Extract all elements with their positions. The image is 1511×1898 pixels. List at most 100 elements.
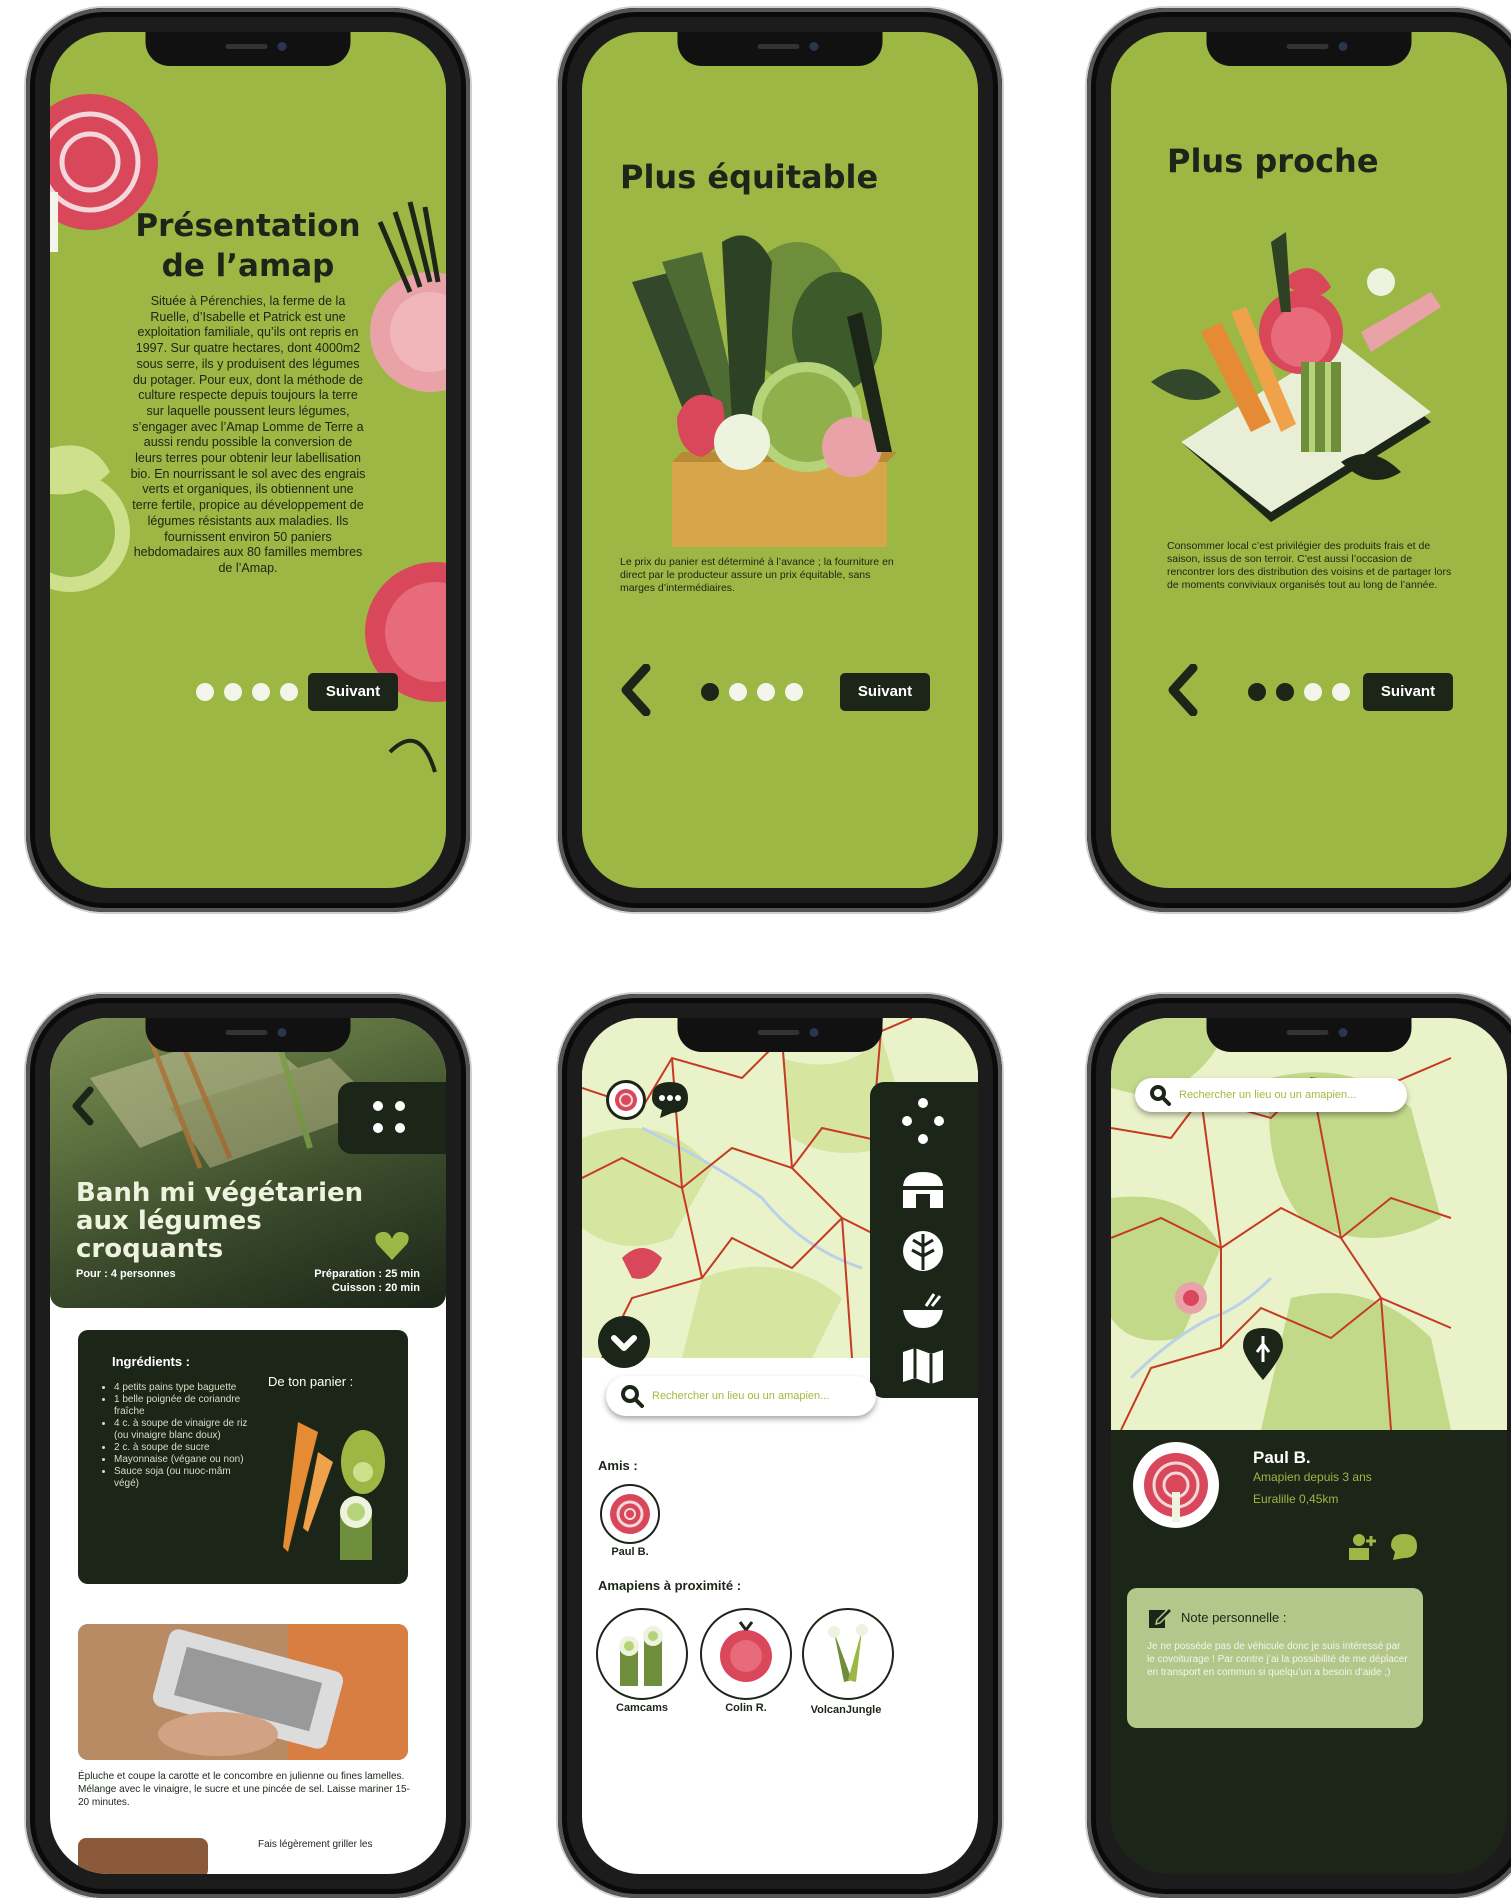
chat-icon[interactable] xyxy=(650,1080,690,1118)
page-dot[interactable] xyxy=(701,683,719,701)
collapse-button[interactable] xyxy=(598,1316,650,1368)
page-title-line2: de l’amap xyxy=(161,248,335,284)
location-pin-icon[interactable] xyxy=(1241,1326,1285,1382)
tomato-icon xyxy=(720,1621,772,1682)
page-title: Plus proche xyxy=(1167,142,1379,180)
cook-time: Cuisson : 20 min xyxy=(331,1282,420,1294)
page-dot[interactable] xyxy=(1332,683,1350,701)
search-input[interactable]: Rechercher un lieu ou un amapien... xyxy=(652,1390,829,1402)
servings: Pour : 4 personnes xyxy=(76,1268,176,1280)
page-dot[interactable] xyxy=(280,683,298,701)
intro-paragraph: Située à Pérenchies, la ferme de la Ruel… xyxy=(130,294,366,575)
page-title-line1: Présentation xyxy=(135,208,361,244)
notch xyxy=(145,1018,351,1052)
farm-icon[interactable] xyxy=(900,1170,946,1210)
favorite-heart-icon[interactable] xyxy=(374,1230,410,1262)
search-bar[interactable]: Rechercher un lieu ou un amapien... xyxy=(1135,1078,1407,1112)
map-icon[interactable] xyxy=(900,1346,946,1386)
recipe-header xyxy=(50,1018,446,1308)
nearby-title: Amapiens à proximité : xyxy=(598,1578,742,1593)
add-friend-icon[interactable] xyxy=(1347,1532,1377,1562)
list-item: 2 c. à soupe de sucre xyxy=(114,1442,254,1454)
nearby-avatar[interactable] xyxy=(802,1608,894,1700)
personal-note-card: Note personnelle : Je ne possède pas de … xyxy=(1127,1588,1423,1728)
grater-photo xyxy=(78,1624,408,1760)
message-icon[interactable] xyxy=(1389,1532,1419,1562)
ingredients-card: Ingrédients : De ton panier : 4 petits p… xyxy=(78,1330,408,1584)
page-dot[interactable] xyxy=(729,683,747,701)
page-indicator xyxy=(196,683,298,701)
next-button[interactable]: Suivant xyxy=(308,673,398,711)
search-icon xyxy=(621,1385,644,1408)
list-item: Sauce soja (ou nuoc-mâm végé) xyxy=(114,1466,254,1490)
recipe-photo xyxy=(90,1028,380,1169)
phone-onboarding-3: Plus proche Consommer local c’est privil… xyxy=(1087,8,1511,912)
search-input[interactable]: Rechercher un lieu ou un amapien... xyxy=(1179,1089,1356,1101)
cucumber-icon xyxy=(619,1626,663,1686)
step-photo xyxy=(78,1624,408,1760)
next-button[interactable]: Suivant xyxy=(840,673,930,711)
basket-title: De ton panier : xyxy=(268,1374,354,1389)
list-item: 4 c. à soupe de vinaigre de riz (ou vina… xyxy=(114,1418,254,1442)
nearby-avatar[interactable] xyxy=(596,1608,688,1700)
page-dot[interactable] xyxy=(757,683,775,701)
profile-name: Paul B. xyxy=(1253,1448,1311,1467)
screen-onboarding-2: Plus équitable Le prix du panier est dét… xyxy=(582,32,978,888)
bowl-icon[interactable] xyxy=(900,1292,946,1332)
edit-note-icon xyxy=(1149,1606,1173,1628)
side-menu xyxy=(870,1082,978,1398)
ingredients-list: 4 petits pains type baguette 1 belle poi… xyxy=(100,1382,254,1490)
phone-onboarding-2: Plus équitable Le prix du panier est dét… xyxy=(558,8,1002,912)
screen-onboarding-3: Plus proche Consommer local c’est privil… xyxy=(1111,32,1507,888)
note-body: Je ne possède pas de véhicule donc je su… xyxy=(1147,1641,1408,1678)
nearby-name: VolcanJungle xyxy=(810,1704,882,1716)
screen-recipe: Banh mi végétarien aux légumes croquants… xyxy=(50,1018,446,1874)
recipe-title-line2: aux légumes xyxy=(76,1206,262,1236)
recipe-title-line3: croquants xyxy=(76,1234,224,1264)
okra-icon xyxy=(828,1624,868,1682)
vegetables-cutting-board-illustration xyxy=(1151,232,1441,522)
avatar[interactable] xyxy=(606,1080,646,1120)
page-indicator xyxy=(1248,683,1350,701)
notch xyxy=(1206,32,1412,66)
step-1-text: Épluche et coupe la carotte et le concom… xyxy=(78,1771,410,1808)
list-item: Mayonnaise (végane ou non) xyxy=(114,1454,254,1466)
phone-recipe: Banh mi végétarien aux légumes croquants… xyxy=(26,994,470,1898)
search-icon xyxy=(1150,1085,1171,1106)
friends-title: Amis : xyxy=(598,1458,638,1473)
ingredients-title: Ingrédients : xyxy=(112,1354,191,1369)
phone-onboarding-1: Présentation de l’amap Située à Pérenchi… xyxy=(26,8,470,912)
body-text: Consommer local c’est privilégier des pr… xyxy=(1167,540,1452,591)
nearby-avatar[interactable] xyxy=(700,1608,792,1700)
page-dot[interactable] xyxy=(196,683,214,701)
page-dot[interactable] xyxy=(252,683,270,701)
grid-icon[interactable] xyxy=(896,1094,950,1148)
back-arrow-icon[interactable] xyxy=(70,1086,96,1126)
page-dot[interactable] xyxy=(1248,683,1266,701)
phone-profile: Rechercher un lieu ou un amapien... Paul… xyxy=(1087,994,1511,1898)
list-item: 1 belle poignée de coriandre fraîche xyxy=(114,1394,254,1418)
body-text: Le prix du panier est déterminé à l’avan… xyxy=(620,556,894,594)
screen-map: Rechercher un lieu ou un amapien... Amis… xyxy=(582,1018,978,1874)
list-item: 4 petits pains type baguette xyxy=(114,1382,254,1394)
phone-map: Rechercher un lieu ou un amapien... Amis… xyxy=(558,994,1002,1898)
leaf-icon[interactable] xyxy=(900,1228,946,1274)
step-2-photo xyxy=(78,1838,208,1874)
back-arrow-icon[interactable] xyxy=(618,664,652,716)
notch xyxy=(1206,1018,1412,1052)
friend-avatar[interactable] xyxy=(600,1484,660,1544)
page-dot[interactable] xyxy=(1304,683,1322,701)
page-dot[interactable] xyxy=(224,683,242,701)
back-arrow-icon[interactable] xyxy=(1165,664,1199,716)
screen-onboarding-1: Présentation de l’amap Située à Pérenchi… xyxy=(50,32,446,888)
page-dot[interactable] xyxy=(785,683,803,701)
note-title: Note personnelle : xyxy=(1181,1610,1287,1625)
profile-avatar xyxy=(1133,1442,1219,1528)
page-title: Plus équitable xyxy=(620,158,879,196)
search-bar[interactable]: Rechercher un lieu ou un amapien... xyxy=(606,1376,876,1416)
member-since: Amapien depuis 3 ans xyxy=(1253,1470,1372,1484)
next-button[interactable]: Suivant xyxy=(1363,673,1453,711)
notch xyxy=(145,32,351,66)
page-dot[interactable] xyxy=(1276,683,1294,701)
menu-button[interactable] xyxy=(338,1082,446,1154)
